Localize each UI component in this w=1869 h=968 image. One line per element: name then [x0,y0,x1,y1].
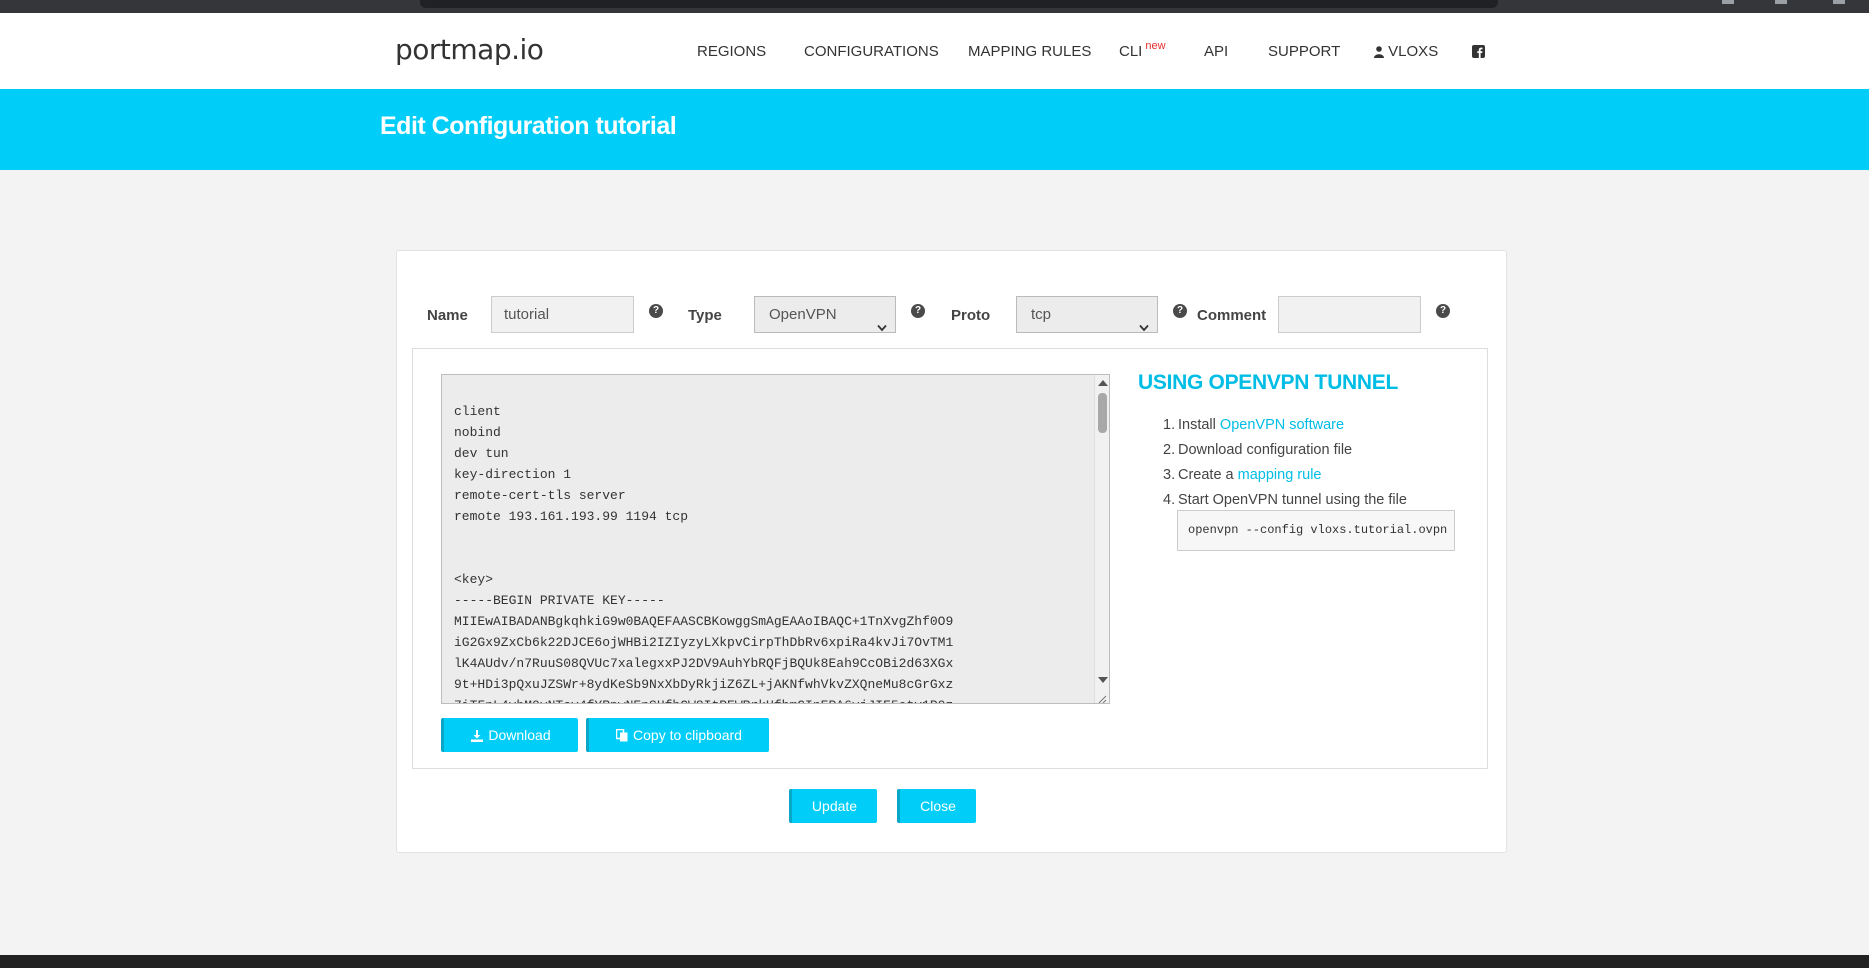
config-section: client nobind dev tun key-direction 1 re… [412,348,1488,769]
maximize-icon[interactable] [1775,0,1787,4]
nav-api[interactable]: API [1204,43,1228,60]
step-3-text: Create a [1178,467,1238,483]
download-button[interactable]: Download [441,718,578,752]
comment-help-icon[interactable]: ? [1436,304,1450,318]
step-1-text: Install [1178,417,1220,433]
copy-to-clipboard-button[interactable]: Copy to clipboard [586,718,769,752]
instructions-steps: 1. Install OpenVPN software 2. Download co… [1163,413,1483,513]
nav-facebook[interactable] [1472,43,1485,62]
nav-user-label: VLOXS [1388,43,1439,60]
step-2: 2. Download configuration file [1163,442,1353,458]
nav-regions[interactable]: REGIONS [697,43,766,60]
nav-support[interactable]: SUPPORT [1268,43,1340,60]
chevron-down-icon [877,310,887,345]
type-label: Type [688,307,722,324]
copy-icon [615,720,628,754]
edit-configuration-panel: Name ? Type OpenVPN ? Proto tcp ? Commen… [396,250,1507,853]
type-help-icon[interactable]: ? [911,304,925,318]
command-box: openvpn --config vloxs.tutorial.ovpn [1177,510,1455,551]
close-button[interactable]: Close [897,789,976,823]
textarea-scrollbar[interactable] [1094,375,1109,703]
brand-logo[interactable]: portmap.io [395,33,544,66]
update-button[interactable]: Update [789,789,877,823]
nav-configurations[interactable]: CONFIGURATIONS [804,43,939,60]
download-label: Download [488,727,551,743]
chevron-down-icon [1139,310,1149,345]
facebook-icon [1472,45,1485,62]
nav-cli-label: CLI [1119,43,1143,60]
nav-mapping-rules[interactable]: MAPPING RULES [968,43,1091,60]
minimize-icon[interactable] [1722,0,1734,4]
proto-select-value: tcp [1031,306,1052,323]
name-help-icon[interactable]: ? [649,304,663,318]
config-textarea[interactable]: client nobind dev tun key-direction 1 re… [441,374,1110,704]
openvpn-software-link[interactable]: OpenVPN software [1220,417,1344,433]
page-footer [0,955,1869,968]
name-input[interactable] [491,296,634,333]
resize-grip-icon[interactable] [1097,691,1107,703]
mapping-rule-link[interactable]: mapping rule [1238,467,1322,483]
scroll-up-icon[interactable] [1098,380,1108,386]
step-4-text: Start OpenVPN tunnel using the file [1178,492,1407,508]
download-icon [471,720,484,754]
scroll-down-icon[interactable] [1098,677,1108,683]
proto-select[interactable]: tcp [1016,296,1158,333]
step-1: 1. Install OpenVPN software [1163,417,1345,433]
scroll-thumb[interactable] [1098,393,1107,433]
instructions-title: USING OPENVPN TUNNEL [1138,371,1399,394]
copy-label: Copy to clipboard [633,727,742,743]
comment-label: Comment [1197,307,1267,324]
step-2-text: Download configuration file [1178,442,1353,458]
page-header: Edit Configuration tutorial [0,89,1869,170]
new-badge: new [1145,40,1166,52]
close-window-icon[interactable] [1833,0,1845,4]
name-label: Name [427,307,468,324]
page-title: Edit Configuration tutorial [380,112,677,140]
step-3: 3. Create a mapping rule [1163,467,1322,483]
proto-label: Proto [951,307,991,324]
type-select[interactable]: OpenVPN [754,296,896,333]
top-navbar: portmap.io REGIONS CONFIGURATIONS MAPPIN… [0,13,1869,89]
type-select-value: OpenVPN [769,306,837,323]
proto-help-icon[interactable]: ? [1173,304,1187,318]
comment-input[interactable] [1278,296,1421,333]
config-text: client nobind dev tun key-direction 1 re… [454,404,954,703]
user-icon [1374,45,1384,62]
nav-cli[interactable]: CLI new [1119,40,1166,60]
browser-chrome [0,0,1869,13]
openvpn-instructions: USING OPENVPN TUNNEL 1. Install OpenVPN s… [1138,371,1468,551]
nav-user[interactable]: VLOXS [1374,43,1438,62]
address-bar[interactable] [420,0,1498,8]
